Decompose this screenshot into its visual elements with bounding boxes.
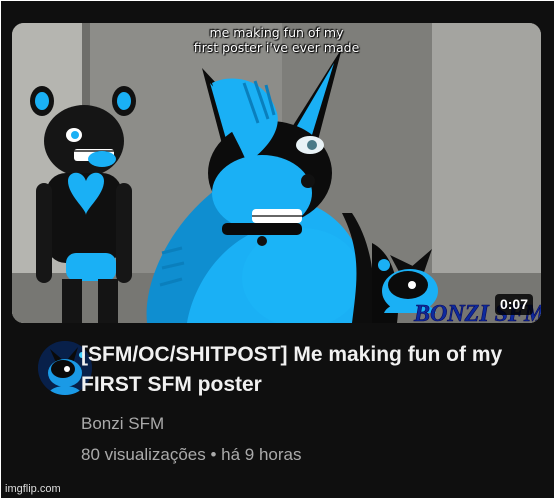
imgflip-watermark: imgflip.com [5,483,61,495]
video-thumbnail[interactable]: BONZI SFM me making fun of my first post… [12,23,541,323]
upload-age: há 9 horas [221,445,302,464]
video-card[interactable]: BONZI SFM me making fun of my first post… [1,1,554,498]
meta-separator: • [210,445,217,464]
thumbnail-caption: me making fun of my first poster i've ev… [193,25,360,55]
video-metadata: 80 visualizações • há 9 horas [81,444,302,466]
duration-badge: 0:07 [494,294,533,315]
thumbnail-image: BONZI SFM [12,23,541,323]
channel-name[interactable]: Bonzi SFM [81,413,164,435]
view-count: 80 visualizações [81,445,206,464]
video-title[interactable]: [SFM/OC/SHITPOST] Me making fun of my FI… [81,340,521,400]
